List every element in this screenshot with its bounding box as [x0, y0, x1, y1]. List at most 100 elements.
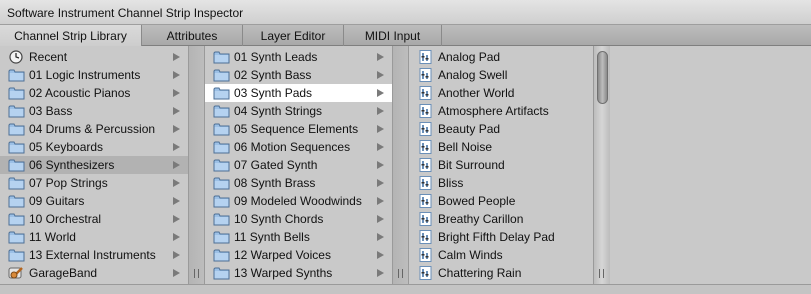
disclosure-arrow-icon: [173, 161, 180, 169]
list-item-label: Calm Winds: [438, 248, 503, 262]
list-item[interactable]: Bell Noise: [409, 138, 593, 156]
disclosure-arrow-icon: [377, 179, 384, 187]
tab-label: Attributes: [166, 29, 218, 43]
list-item-label: 11 Synth Bells: [234, 230, 310, 244]
channel-strip-column[interactable]: Analog Pad Analog Swell Another World Atmos…: [409, 46, 593, 284]
list-item[interactable]: 06 Motion Sequences: [205, 138, 392, 156]
disclosure-arrow-icon: [377, 251, 384, 259]
subcategory-column[interactable]: 01 Synth Leads 02 Synth Bass 03 Synth Pads…: [205, 46, 392, 284]
channel-strip-file-icon: [417, 230, 434, 244]
disclosure-arrow-icon: [377, 71, 384, 79]
folder-icon: [213, 104, 230, 118]
list-item[interactable]: Analog Pad: [409, 48, 593, 66]
list-item[interactable]: 01 Logic Instruments: [0, 66, 188, 84]
list-item[interactable]: Bit Surround: [409, 156, 593, 174]
list-item[interactable]: 11 World: [0, 228, 188, 246]
list-item[interactable]: 09 Guitars: [0, 192, 188, 210]
tab-label: MIDI Input: [364, 29, 421, 43]
list-item-label: 03 Synth Pads: [234, 86, 313, 100]
list-item-label: Bliss: [438, 176, 464, 190]
folder-icon: [213, 158, 230, 172]
tab-attributes[interactable]: Attributes: [142, 25, 243, 46]
list-item[interactable]: 13 External Instruments: [0, 246, 188, 264]
folder-icon: [8, 104, 25, 118]
list-item-label: Analog Swell: [438, 68, 508, 82]
list-item[interactable]: 04 Synth Strings: [205, 102, 392, 120]
list-item[interactable]: Bowed People: [409, 192, 593, 210]
list-item[interactable]: GarageBand: [0, 264, 188, 282]
disclosure-arrow-icon: [377, 161, 384, 169]
window-title: Software Instrument Channel Strip Inspec…: [7, 6, 244, 20]
list-item[interactable]: Recent: [0, 48, 188, 66]
list-item[interactable]: Calm Winds: [409, 246, 593, 264]
list-item-label: 10 Orchestral: [29, 212, 102, 226]
list-item[interactable]: Bliss: [409, 174, 593, 192]
channel-strip-file-icon: [417, 212, 434, 226]
list-item[interactable]: 02 Acoustic Pianos: [0, 84, 188, 102]
list-item-label: 01 Synth Leads: [234, 50, 318, 64]
folder-icon: [213, 50, 230, 64]
folder-icon: [8, 194, 25, 208]
list-item-label: Chattering Rain: [438, 266, 522, 280]
list-item-label: 11 World: [29, 230, 76, 244]
category-column[interactable]: Recent 01 Logic Instruments 02 Acoustic Pi…: [0, 46, 188, 284]
list-item[interactable]: 08 Synth Brass: [205, 174, 392, 192]
folder-icon: [213, 266, 230, 280]
list-item[interactable]: 09 Modeled Woodwinds: [205, 192, 392, 210]
list-item[interactable]: 10 Synth Chords: [205, 210, 392, 228]
scrollbar-thumb[interactable]: [597, 51, 608, 104]
list-item-label: 06 Motion Sequences: [234, 140, 351, 154]
list-item[interactable]: 01 Synth Leads: [205, 48, 392, 66]
list-item-label: 12 Warped Voices: [234, 248, 331, 262]
list-item[interactable]: 05 Sequence Elements: [205, 120, 392, 138]
folder-icon: [8, 140, 25, 154]
vertical-scrollbar[interactable]: [593, 46, 610, 284]
list-item[interactable]: 03 Synth Pads: [205, 84, 392, 102]
list-item[interactable]: 12 Warped Voices: [205, 246, 392, 264]
list-item[interactable]: 03 Bass: [0, 102, 188, 120]
disclosure-arrow-icon: [173, 89, 180, 97]
channel-strip-file-icon: [417, 158, 434, 172]
disclosure-arrow-icon: [377, 89, 384, 97]
list-item[interactable]: 10 Orchestral: [0, 210, 188, 228]
list-item-label: 04 Synth Strings: [234, 104, 323, 118]
disclosure-arrow-icon: [173, 143, 180, 151]
list-item[interactable]: 11 Synth Bells: [205, 228, 392, 246]
list-item[interactable]: 13 Warped Synths: [205, 264, 392, 282]
list-item[interactable]: 07 Pop Strings: [0, 174, 188, 192]
list-item-label: 06 Synthesizers: [29, 158, 115, 172]
channel-strip-file-icon: [417, 176, 434, 190]
folder-icon: [213, 68, 230, 82]
folder-icon: [8, 86, 25, 100]
list-item[interactable]: 02 Synth Bass: [205, 66, 392, 84]
list-item[interactable]: 06 Synthesizers: [0, 156, 188, 174]
list-item[interactable]: 04 Drums & Percussion: [0, 120, 188, 138]
list-item[interactable]: 07 Gated Synth: [205, 156, 392, 174]
resize-grip-icon: [194, 269, 199, 278]
list-item-label: Beauty Pad: [438, 122, 501, 136]
bottom-bar: [0, 284, 811, 294]
disclosure-arrow-icon: [173, 53, 180, 61]
channel-strip-file-icon: [417, 266, 434, 280]
tab-channel-strip-library[interactable]: Channel Strip Library: [0, 25, 142, 46]
column-resize-divider[interactable]: [188, 46, 205, 284]
column-resize-divider[interactable]: [392, 46, 409, 284]
list-item[interactable]: Analog Swell: [409, 66, 593, 84]
list-item-label: 03 Bass: [29, 104, 73, 118]
tab-midi-input[interactable]: MIDI Input: [344, 25, 442, 46]
disclosure-arrow-icon: [377, 197, 384, 205]
list-item-label: Breathy Carillon: [438, 212, 524, 226]
library-column-browser: Recent 01 Logic Instruments 02 Acoustic Pi…: [0, 46, 811, 284]
list-item[interactable]: Breathy Carillon: [409, 210, 593, 228]
list-item[interactable]: Atmosphere Artifacts: [409, 102, 593, 120]
list-item[interactable]: Chattering Rain: [409, 264, 593, 282]
disclosure-arrow-icon: [377, 143, 384, 151]
folder-icon: [8, 230, 25, 244]
list-item[interactable]: Another World: [409, 84, 593, 102]
list-item[interactable]: Bright Fifth Delay Pad: [409, 228, 593, 246]
tab-layer-editor[interactable]: Layer Editor: [243, 25, 344, 46]
list-item-label: 02 Synth Bass: [234, 68, 312, 82]
list-item[interactable]: 05 Keyboards: [0, 138, 188, 156]
list-item-label: 02 Acoustic Pianos: [29, 86, 131, 100]
list-item[interactable]: Beauty Pad: [409, 120, 593, 138]
